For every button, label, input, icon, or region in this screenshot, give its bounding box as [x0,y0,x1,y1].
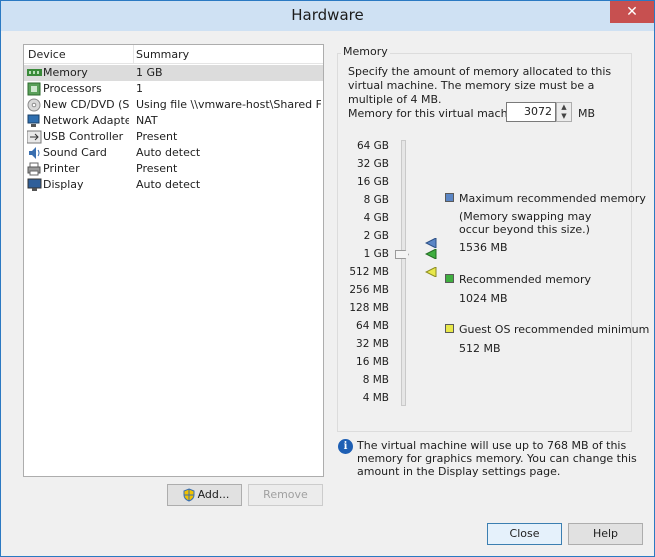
device-row-network-adapter[interactable]: Network Adapter NAT [24,113,323,129]
device-summary: Auto detect [136,178,201,191]
device-summary: Present [136,162,178,175]
scale-label: 1 GB [363,248,389,260]
scale-label: 128 MB [349,302,389,314]
device-name: Display [43,178,84,191]
remove-button[interactable]: Remove [248,484,323,506]
guest-minimum-marker-icon [425,267,437,277]
memory-spinner: ▲ ▼ [556,102,572,122]
device-summary: 1 GB [136,66,163,79]
scale-label: 8 MB [362,374,389,386]
device-name: USB Controller [43,130,124,143]
device-row-display[interactable]: Display Auto detect [24,177,323,193]
cd-dvd-icon [27,98,41,112]
add-button-label: Add... [197,488,230,501]
close-window-button[interactable]: ✕ [610,1,654,23]
recommended-marker-icon [425,249,437,259]
window-title: Hardware [291,6,364,24]
device-summary: 1 [136,82,143,95]
max-recommended-note: (Memory swapping may [459,210,592,223]
max-recommended-marker-icon [425,238,437,248]
scale-label: 8 GB [363,194,389,206]
device-list-header: Device Summary [24,45,323,64]
device-row-processors[interactable]: Processors 1 [24,81,323,97]
spin-down-icon[interactable]: ▼ [557,112,571,121]
device-summary: Present [136,130,178,143]
scale-label: 4 GB [363,212,389,224]
network-adapter-icon [27,114,40,127]
device-name: Printer [43,162,80,175]
scale-label: 32 GB [356,158,389,170]
device-row-printer[interactable]: Printer Present [24,161,323,177]
device-row-sound-card[interactable]: Sound Card Auto detect [24,145,323,161]
remove-button-label: Remove [263,488,308,501]
device-name: Memory [43,66,88,79]
device-name: Sound Card [43,146,107,159]
max-recommended-value: 1536 MB [459,241,508,254]
memory-icon [27,69,42,76]
device-row-usb-controller[interactable]: USB Controller Present [24,129,323,145]
guest-minimum-title: Guest OS recommended minimum [459,323,650,336]
usb-icon [27,130,42,144]
device-name: New CD/DVD (S... [43,98,129,111]
display-icon [27,178,42,191]
recommended-title: Recommended memory [459,273,592,286]
device-name: Processors [43,82,102,95]
scale-label: 16 GB [356,176,389,188]
spin-up-icon[interactable]: ▲ [557,103,571,112]
memory-unit: MB [578,107,596,120]
max-recommended-note: occur beyond this size.) [459,223,590,236]
scale-label: 16 MB [356,356,389,368]
printer-icon [27,162,41,176]
device-summary: Using file \\vmware-host\Shared Fol... [136,98,321,111]
column-separator[interactable] [133,45,134,64]
memory-description: Specify the amount of memory allocated t… [348,65,612,106]
guest-minimum-swatch [445,324,454,333]
shield-icon [183,488,195,502]
device-name: Network Adapter [43,114,129,127]
recommended-swatch [445,274,454,283]
memory-size-input[interactable]: 3072 [506,102,556,122]
close-icon: ✕ [626,4,638,20]
recommended-value: 1024 MB [459,292,508,305]
max-recommended-title: Maximum recommended memory [459,192,646,205]
device-list: Device Summary Memory 1 GB Processors 1 … [23,44,324,477]
device-summary: NAT [136,114,158,127]
memory-group-title: Memory [341,45,390,58]
memory-field-label: Memory for this virtual machine: [348,107,529,120]
device-row-memory[interactable]: Memory 1 GB [24,65,323,81]
info-icon: i [338,439,353,454]
device-summary: Auto detect [136,146,201,159]
add-button[interactable]: Add... [167,484,242,506]
memory-slider-track[interactable] [401,140,406,406]
scale-label: 512 MB [349,266,389,278]
sound-card-icon [29,147,40,159]
column-header-summary[interactable]: Summary [136,48,189,61]
help-button-label: Help [592,527,619,540]
close-button[interactable]: Close [487,523,562,545]
scale-label: 64 GB [356,140,389,152]
close-button-label: Close [509,527,540,540]
processor-icon [27,82,41,96]
max-recommended-swatch [445,193,454,202]
title-bar: Hardware [1,1,654,31]
scale-label: 32 MB [356,338,389,350]
help-button[interactable]: Help [568,523,643,545]
guest-minimum-value: 512 MB [459,342,501,355]
scale-label: 4 MB [362,392,389,404]
graphics-memory-info: The virtual machine will use up to 768 M… [357,439,637,478]
device-row-cd-dvd[interactable]: New CD/DVD (S... Using file \\vmware-hos… [24,97,323,113]
scale-label: 256 MB [349,284,389,296]
scale-label: 2 GB [363,230,389,242]
column-header-device[interactable]: Device [28,48,66,61]
scale-label: 64 MB [356,320,389,332]
